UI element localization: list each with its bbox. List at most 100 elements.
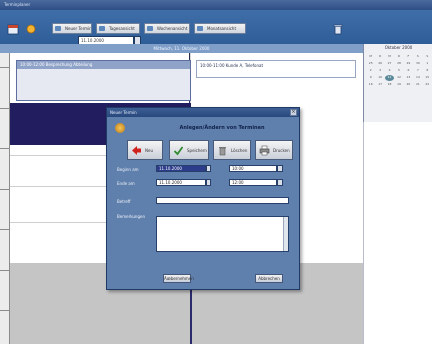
calendar-day[interactable]: 7 xyxy=(413,68,422,74)
calendar-day[interactable]: 27 xyxy=(385,61,394,67)
time-tick xyxy=(0,189,10,190)
time-tick xyxy=(0,229,10,230)
day-view-button[interactable]: Tagesansicht xyxy=(96,23,140,34)
calendar-day[interactable]: 29 xyxy=(404,61,413,67)
start-time-field[interactable]: 10:00 xyxy=(229,165,277,172)
calendar-day[interactable]: 6 xyxy=(404,68,413,74)
red-arrow-icon xyxy=(132,146,141,155)
calendar-app-icon xyxy=(7,24,19,35)
week-view-icon xyxy=(147,26,153,31)
end-date-label: Ende am xyxy=(117,181,135,186)
calendar-day[interactable]: 5 xyxy=(394,68,403,74)
calendar-day[interactable]: 14 xyxy=(413,75,422,81)
notes-textarea[interactable] xyxy=(156,216,289,252)
chevron-down-icon[interactable] xyxy=(277,165,283,172)
print-button[interactable]: Drucken xyxy=(255,140,293,160)
time-tick xyxy=(0,310,10,311)
calendar-day[interactable]: 2 xyxy=(366,68,375,74)
calendar-day[interactable]: 18 xyxy=(385,82,394,88)
sun-icon xyxy=(115,123,125,133)
checkmark-icon xyxy=(173,146,184,156)
appointment[interactable]: 10:00-12:00 Besprechung Abteilung xyxy=(16,60,191,101)
calendar-day[interactable]: 17 xyxy=(375,82,384,88)
calendar-day[interactable]: 22 xyxy=(423,82,432,88)
calendar-day[interactable]: 1 xyxy=(423,61,432,67)
calendar-weekday: F xyxy=(407,54,410,58)
toolbar-button-label: Neuer Termin xyxy=(65,26,92,31)
title-bar: Terminplaner xyxy=(0,0,432,10)
chevron-down-icon[interactable] xyxy=(277,179,283,186)
toolbar-button-label: Wochenansicht xyxy=(157,26,188,31)
print-button-label: Drucken xyxy=(273,148,290,153)
calendar-day[interactable]: 15 xyxy=(423,75,432,81)
dialog-heading: Anlegen/Ändern von Terminen xyxy=(179,125,265,131)
calendar-day[interactable]: 28 xyxy=(394,61,403,67)
trash-icon[interactable] xyxy=(332,23,344,35)
calendar-day[interactable]: 3 xyxy=(375,68,384,74)
calendar-day[interactable]: 13 xyxy=(404,75,413,81)
ok-button[interactable]: Ãœbernehmen xyxy=(163,274,194,283)
appointment-text: 10:00-12:00 Besprechung Abteilung xyxy=(17,61,190,69)
sun-icon xyxy=(26,24,36,34)
calendar-day[interactable]: 9 xyxy=(366,75,375,81)
end-date-field[interactable]: 11.10.2000 xyxy=(156,179,206,186)
calendar-weekday: M xyxy=(369,54,372,58)
calendar-weekday: D xyxy=(397,54,401,58)
cancel-button[interactable]: Abbrechen xyxy=(255,274,283,283)
calendar-weekday: S xyxy=(416,54,419,58)
calendar-grid: M D M D F S S 25 26 27 28 29 30 1 2 3 4 5 6 7 8 9 10 11 12 13 14 15… xyxy=(366,54,432,88)
start-date-spinner[interactable] xyxy=(206,165,211,172)
day-view-icon xyxy=(99,26,105,31)
calendar-day[interactable]: 16 xyxy=(366,82,375,88)
app-window: Terminplaner Neuer Termin Tagesansicht W… xyxy=(0,0,432,344)
time-column xyxy=(0,53,10,344)
calendar-day[interactable]: 26 xyxy=(375,61,384,67)
trash-icon xyxy=(219,147,226,156)
side-panel xyxy=(363,122,432,344)
month-view-button[interactable]: Monatsansicht xyxy=(194,23,246,34)
delete-button-label: Löschen xyxy=(231,148,248,153)
time-tick xyxy=(0,67,10,68)
end-time-field[interactable]: 12:00 xyxy=(229,179,277,186)
delete-button[interactable]: Löschen xyxy=(213,140,251,160)
calendar-weekday: M xyxy=(388,54,391,58)
toolbar-button-label: Tagesansicht xyxy=(109,26,135,31)
start-date-field[interactable]: 11.10.2000 xyxy=(156,165,206,172)
toolbar-button-label: Monatsansicht xyxy=(207,26,237,31)
save-button-label: Speichern xyxy=(187,148,207,153)
appointment-dialog: Neuer Termin × Anlegen/Ändern von Termin… xyxy=(106,107,300,290)
calendar-day[interactable]: 8 xyxy=(423,68,432,74)
window-title: Terminplaner xyxy=(4,2,31,7)
calendar-day[interactable]: 30 xyxy=(413,61,422,67)
subject-field[interactable] xyxy=(156,197,289,204)
new-appointment-button[interactable]: Neuer Termin xyxy=(52,23,92,34)
new-button[interactable]: Neu xyxy=(127,140,163,160)
calendar-weekday: S xyxy=(426,54,429,58)
calendar-weekday: D xyxy=(378,54,382,58)
calendar-title: Oktober 2000 xyxy=(384,45,413,50)
new-appointment-icon xyxy=(55,26,61,31)
calendar-day[interactable]: 19 xyxy=(394,82,403,88)
week-view-button[interactable]: Wochenansicht xyxy=(144,23,190,34)
save-button[interactable]: Speichern xyxy=(169,140,209,160)
schedule-header: Mittwoch, 11. Oktober 2000 xyxy=(0,44,363,53)
mini-calendar: Oktober 2000 M D M D F S S 25 26 27 28 29 30 1 2 3 4 5 6 7 8… xyxy=(363,44,432,122)
calendar-day[interactable]: 11 xyxy=(384,75,395,81)
calendar-day[interactable]: 25 xyxy=(366,61,375,67)
notes-scrollbar[interactable] xyxy=(283,217,288,251)
calendar-day[interactable]: 10 xyxy=(375,75,384,81)
close-icon[interactable]: × xyxy=(290,109,297,116)
subject-label: Betreff xyxy=(117,199,131,204)
appointment[interactable]: 10:00-11:00 Kunde A, Telefonat xyxy=(196,60,356,78)
printer-icon xyxy=(259,145,270,156)
calendar-day[interactable]: 20 xyxy=(404,82,413,88)
new-button-label: Neu xyxy=(145,148,153,153)
time-tick xyxy=(0,108,10,109)
appointment-text: 10:00-11:00 Kunde A, Telefonat xyxy=(200,63,264,68)
start-date-label: Beginn am xyxy=(117,167,139,172)
time-tick xyxy=(0,270,10,271)
calendar-day[interactable]: 4 xyxy=(385,68,394,74)
calendar-day[interactable]: 12 xyxy=(394,75,403,81)
end-date-spinner[interactable] xyxy=(206,179,211,186)
calendar-day[interactable]: 21 xyxy=(413,82,422,88)
